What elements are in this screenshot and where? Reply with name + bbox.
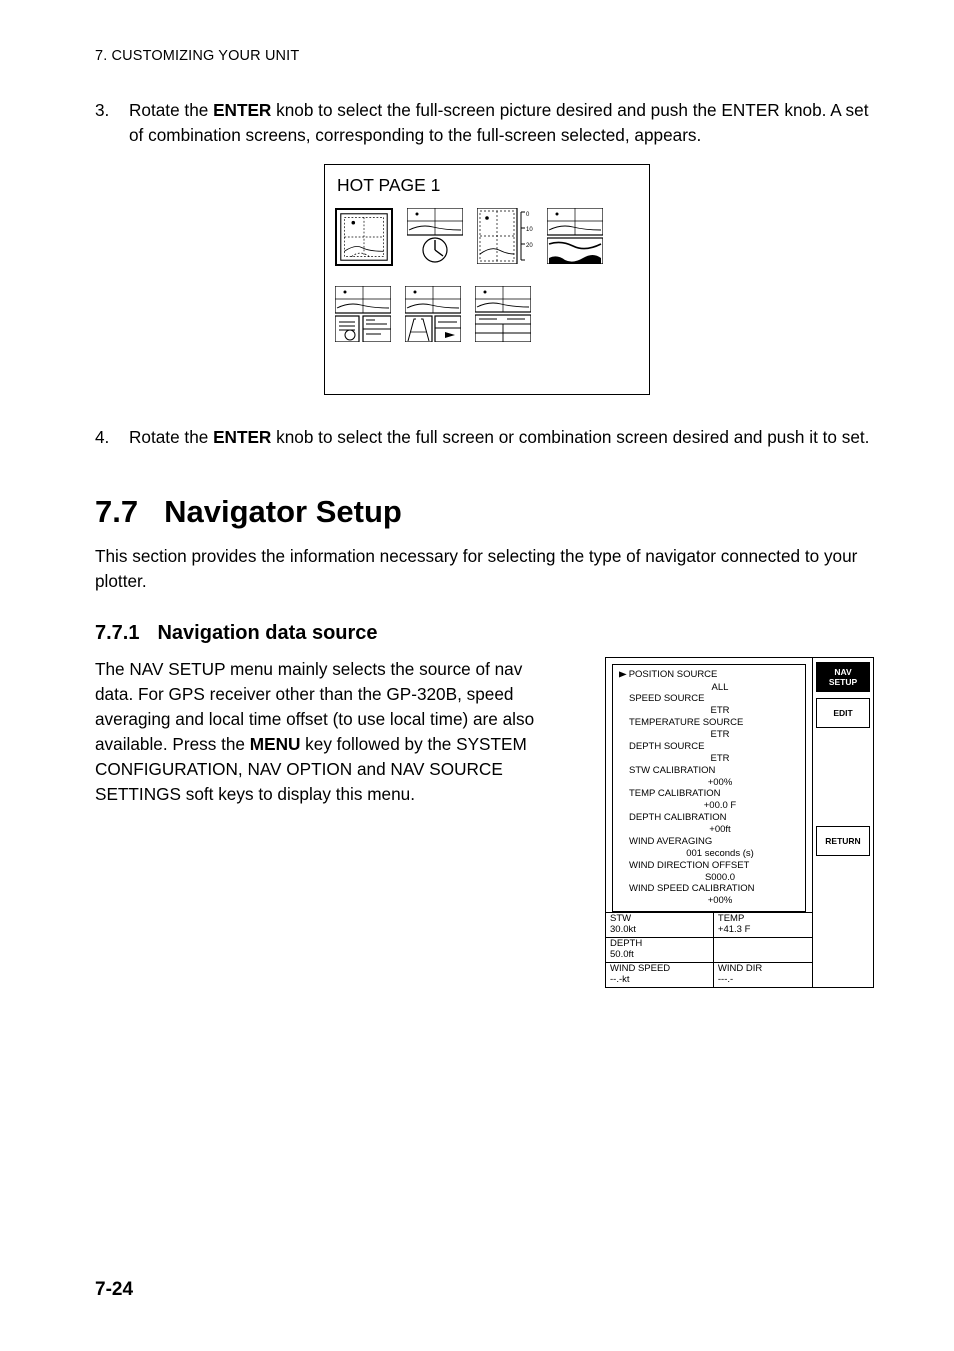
softkey-spacer <box>816 734 870 820</box>
temp-cell: TEMP +41.3 F <box>714 913 812 938</box>
stw-label: STW <box>610 913 631 924</box>
nav-item-2-value: ETR <box>641 729 799 741</box>
windspeed-label: WIND SPEED <box>610 963 670 974</box>
temp-value: +41.3 F <box>718 924 750 935</box>
step-3-text-a: Rotate the <box>129 100 213 120</box>
windspeed-cell: WIND SPEED --.-kt <box>606 963 714 987</box>
hot-page-figure: HOT PAGE 1 <box>324 164 650 395</box>
step-4: 4. Rotate the ENTER knob to select the f… <box>95 425 874 450</box>
section-7-7-1-para: The NAV SETUP menu mainly selects the so… <box>95 657 565 807</box>
hot-row-1: 0 10 20 <box>335 208 641 266</box>
cursor-pointer-icon: ▶ <box>619 670 627 680</box>
blank-cell <box>714 938 812 963</box>
nav-item-3-value: ETR <box>641 753 799 765</box>
nav-item-0-value: ALL <box>641 682 799 694</box>
nav-item-5-label: TEMP CALIBRATION <box>629 788 799 800</box>
temp-label: TEMP <box>718 913 744 924</box>
step-4-text-b: knob to select the full screen or combin… <box>271 427 869 447</box>
nav-item-8-label: WIND DIRECTION OFFSET <box>629 860 799 872</box>
softkey-nav-setup[interactable]: NAV SETUP <box>816 662 870 692</box>
chart-sonar-icon <box>547 208 603 264</box>
nav-item-5-value: +00.0 F <box>641 800 799 812</box>
chart-full-icon <box>339 212 389 262</box>
stw-cell: STW 30.0kt <box>606 913 714 938</box>
nav-setup-figure: ▶POSITION SOURCE ALL SPEED SOURCE ETR TE… <box>605 657 874 988</box>
nav-item-7-value: 001 seconds (s) <box>641 848 799 860</box>
depth-value: 50.0ft <box>610 949 634 960</box>
hot-tile-2 <box>407 208 463 264</box>
depth-label: DEPTH <box>610 938 642 949</box>
nav-item-2-label: TEMPERATURE SOURCE <box>629 717 799 729</box>
nav-item-9-label: WIND SPEED CALIBRATION <box>629 883 799 895</box>
scale-0: 0 <box>526 212 530 218</box>
hot-tile-7 <box>475 286 531 342</box>
stw-value: 30.0kt <box>610 924 636 935</box>
step-3-number: 3. <box>95 98 109 123</box>
running-header: 7. CUSTOMIZING YOUR UNIT <box>95 48 874 64</box>
scale-10: 10 <box>526 227 533 233</box>
step-3: 3. Rotate the ENTER knob to select the f… <box>95 98 874 395</box>
step-4-text-a: Rotate the <box>129 427 213 447</box>
nav-item-8-value: S000.0 <box>641 872 799 884</box>
softkey-return[interactable]: RETURN <box>816 826 870 856</box>
section-7-7-heading: 7.7 Navigator Setup <box>95 494 874 530</box>
section-7-7-para: This section provides the information ne… <box>95 544 874 594</box>
nav-item-7-label: WIND AVERAGING <box>629 836 799 848</box>
nav-item-1-label: SPEED SOURCE <box>629 693 799 705</box>
nav-item-3-label: DEPTH SOURCE <box>629 741 799 753</box>
hot-tile-5 <box>335 286 391 342</box>
chart-scale-icon: 0 10 20 <box>477 208 533 264</box>
winddir-cell: WIND DIR ---.- <box>714 963 812 987</box>
menu-key-bold: MENU <box>250 734 301 754</box>
winddir-value: ---.- <box>718 974 733 985</box>
nav-item-1-value: ETR <box>641 705 799 717</box>
chart-compass-icon <box>407 208 463 264</box>
nav-item-4-label: STW CALIBRATION <box>629 765 799 777</box>
section-7-7-1-num: 7.7.1 <box>95 622 139 644</box>
depth-cell: DEPTH 50.0ft <box>606 938 714 963</box>
nav-item-9-value: +00% <box>641 895 799 907</box>
hot-tile-1-selected <box>335 208 393 266</box>
hot-row-2 <box>335 286 641 342</box>
section-7-7-title: Navigator Setup <box>164 494 402 529</box>
scale-20: 20 <box>526 243 533 249</box>
nav-item-4-value: +00% <box>641 777 799 789</box>
step-4-number: 4. <box>95 425 109 450</box>
nav-setup-list: ▶POSITION SOURCE ALL SPEED SOURCE ETR TE… <box>612 664 806 912</box>
nav-item-6-value: +00ft <box>641 824 799 836</box>
winddir-label: WIND DIR <box>718 963 762 974</box>
nav-item-0-label: POSITION SOURCE <box>629 669 718 680</box>
page-number: 7-24 <box>95 1279 133 1301</box>
hot-tile-4 <box>547 208 603 264</box>
hot-tile-6 <box>405 286 461 342</box>
section-7-7-1-title: Navigation data source <box>157 622 377 644</box>
softkey-edit[interactable]: EDIT <box>816 698 870 728</box>
softkey-column: NAV SETUP EDIT RETURN <box>813 658 873 987</box>
windspeed-value: --.-kt <box>610 974 630 985</box>
hot-tile-3: 0 10 20 <box>477 208 533 264</box>
chart-data-icon <box>335 286 391 342</box>
nav-data-grid: STW 30.0kt TEMP +41.3 F DEPTH 50.0ft WIN… <box>606 912 812 987</box>
enter-knob-bold-2: ENTER <box>213 427 271 447</box>
hot-page-title: HOT PAGE 1 <box>337 173 641 198</box>
enter-knob-bold: ENTER <box>213 100 271 120</box>
nav-item-6-label: DEPTH CALIBRATION <box>629 812 799 824</box>
chart-data2-icon <box>475 286 531 342</box>
section-7-7-1-heading: 7.7.1 Navigation data source <box>95 622 874 645</box>
chart-hwy-icon <box>405 286 461 342</box>
section-7-7-num: 7.7 <box>95 494 138 529</box>
